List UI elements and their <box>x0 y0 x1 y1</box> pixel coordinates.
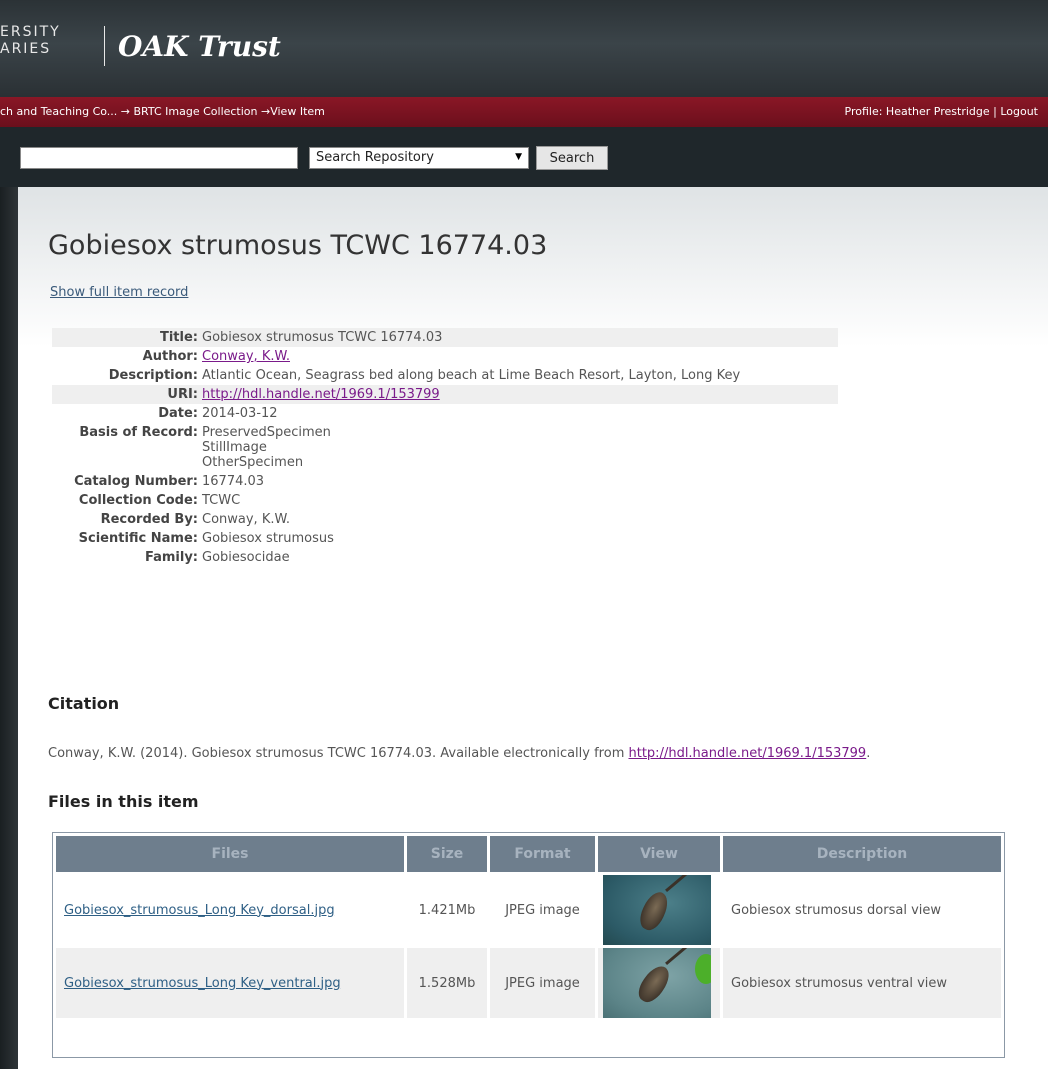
meta-label: URI: <box>167 387 198 402</box>
meta-label: Date: <box>158 406 198 421</box>
table-row: Gobiesox_strumosus_Long Key_dorsal.jpg 1… <box>56 875 1001 945</box>
citation-link[interactable]: http://hdl.handle.net/1969.1/153799 <box>629 746 867 761</box>
files-table: Files Size Format View Description Gobie… <box>52 832 1005 1058</box>
oak-trust-logo[interactable]: OAK Trust <box>118 30 281 63</box>
meta-row-description: Description: Atlantic Ocean, Seagrass be… <box>52 366 838 385</box>
author-link[interactable]: Conway, K.W. <box>202 349 290 364</box>
left-edge-shadow <box>0 187 18 1069</box>
search-button[interactable]: Search <box>536 146 608 170</box>
citation-text: Conway, K.W. (2014). Gobiesox strumosus … <box>48 746 870 761</box>
meta-value: TCWC <box>202 493 241 508</box>
file-format: JPEG image <box>490 948 595 1018</box>
fish-tail-image <box>665 875 687 893</box>
logo-line-2: ARIES <box>0 41 52 57</box>
search-scope-select[interactable]: Search Repository ▼ <box>309 147 529 169</box>
meta-value: Atlantic Ocean, Seagrass bed along beach… <box>202 368 741 383</box>
thumbnail-ventral[interactable] <box>603 948 711 1018</box>
meta-label: Scientific Name: <box>78 531 198 546</box>
thumbnail-dorsal[interactable] <box>603 875 711 945</box>
file-link[interactable]: Gobiesox_strumosus_Long Key_dorsal.jpg <box>64 903 335 918</box>
column-header-format: Format <box>490 836 595 872</box>
profile-logout-links[interactable]: Profile: Heather Prestridge | Logout <box>845 105 1038 118</box>
meta-row-title: Title: Gobiesox strumosus TCWC 16774.03 <box>52 328 838 347</box>
meta-value: 2014-03-12 <box>202 406 278 421</box>
file-size: 1.421Mb <box>418 902 476 918</box>
meta-label: Recorded By: <box>100 512 198 527</box>
meta-label: Description: <box>108 368 198 383</box>
logo-divider <box>104 26 105 66</box>
chevron-down-icon: ▼ <box>515 152 522 162</box>
meta-value: Gobiesox strumosus <box>202 531 334 546</box>
column-header-size: Size <box>407 836 487 872</box>
column-header-files: Files <box>56 836 404 872</box>
show-full-record-link[interactable]: Show full item record <box>50 285 188 300</box>
meta-row-basis-of-record: Basis of Record: PreservedSpecimen Still… <box>52 423 838 472</box>
content-header-gradient <box>18 187 1048 347</box>
file-link[interactable]: Gobiesox_strumosus_Long Key_ventral.jpg <box>64 976 341 991</box>
meta-value: PreservedSpecimen StillImage OtherSpecim… <box>202 425 331 470</box>
meta-label: Author: <box>142 349 198 364</box>
meta-value: Conway, K.W. <box>202 512 290 527</box>
meta-label: Family: <box>144 550 198 565</box>
column-header-description: Description <box>723 836 1001 872</box>
university-libraries-logo[interactable]: ERSITY ARIES <box>0 24 61 58</box>
meta-value: Gobiesocidae <box>202 550 290 565</box>
item-metadata: Title: Gobiesox strumosus TCWC 16774.03 … <box>52 328 838 567</box>
files-heading: Files in this item <box>48 792 199 811</box>
basis-value-3: OtherSpecimen <box>202 455 304 470</box>
search-input[interactable] <box>20 147 298 169</box>
meta-row-scientific-name: Scientific Name: Gobiesox strumosus <box>52 529 838 548</box>
files-header-row: Files Size Format View Description <box>56 836 1001 872</box>
meta-row-family: Family: Gobiesocidae <box>52 548 838 567</box>
file-description: Gobiesox strumosus ventral view <box>723 948 1001 1018</box>
meta-value: 16774.03 <box>202 474 265 489</box>
breadcrumb-bar: ch and Teaching Co... → BRTC Image Colle… <box>0 97 1048 127</box>
meta-row-collection-code: Collection Code: TCWC <box>52 491 838 510</box>
citation-tail: . <box>866 746 871 761</box>
citation-body: Conway, K.W. (2014). Gobiesox strumosus … <box>48 746 625 761</box>
meta-value: Gobiesox strumosus TCWC 16774.03 <box>202 330 443 345</box>
meta-row-recorded-by: Recorded By: Conway, K.W. <box>52 510 838 529</box>
meta-label: Catalog Number: <box>74 474 198 489</box>
meta-row-author: Author: Conway, K.W. <box>52 347 838 366</box>
fish-image <box>633 961 675 1007</box>
search-scope-value: Search Repository <box>316 150 434 165</box>
green-object-image <box>695 954 711 984</box>
page-title: Gobiesox strumosus TCWC 16774.03 <box>48 230 548 261</box>
site-header: ERSITY ARIES OAK Trust <box>0 0 1048 97</box>
column-header-view: View <box>598 836 720 872</box>
meta-row-uri: URI: http://hdl.handle.net/1969.1/153799 <box>52 385 838 404</box>
file-description: Gobiesox strumosus dorsal view <box>731 902 941 918</box>
logo-line-1: ERSITY <box>0 24 61 40</box>
search-bar: Search Repository ▼ Search <box>0 127 1048 187</box>
meta-row-catalog-number: Catalog Number: 16774.03 <box>52 472 838 491</box>
meta-row-date: Date: 2014-03-12 <box>52 404 838 423</box>
uri-link[interactable]: http://hdl.handle.net/1969.1/153799 <box>202 387 440 402</box>
citation-heading: Citation <box>48 694 120 713</box>
table-row: Gobiesox_strumosus_Long Key_ventral.jpg … <box>56 948 1001 1018</box>
fish-image <box>635 888 673 934</box>
breadcrumb[interactable]: ch and Teaching Co... → BRTC Image Colle… <box>0 105 325 118</box>
file-format: JPEG image <box>505 902 580 918</box>
meta-label: Collection Code: <box>78 493 198 508</box>
meta-label: Basis of Record: <box>79 425 198 440</box>
fish-tail-image <box>665 948 687 966</box>
basis-value-2: StillImage <box>202 440 267 455</box>
basis-value-1: PreservedSpecimen <box>202 425 331 440</box>
file-size: 1.528Mb <box>407 948 487 1018</box>
meta-label: Title: <box>159 330 198 345</box>
